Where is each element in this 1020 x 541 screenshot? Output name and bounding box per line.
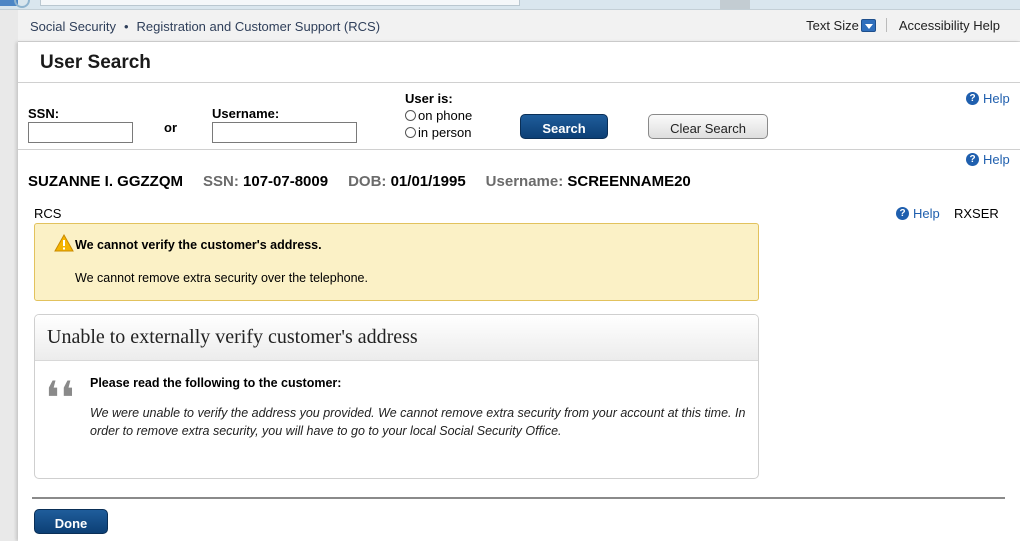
- app-header: Social Security • Registration and Custome…: [18, 10, 1020, 42]
- header-divider: [885, 18, 887, 32]
- username-label: Username:: [212, 106, 280, 121]
- question-circle-icon: ?: [896, 207, 909, 220]
- ssn-value: 107-07-8009: [243, 173, 329, 190]
- text-size-label: Text Size: [806, 18, 859, 33]
- search-help-link[interactable]: ? Help: [966, 91, 1010, 106]
- question-circle-icon: ?: [966, 153, 979, 166]
- ssn-input[interactable]: [28, 122, 133, 143]
- customer-help-link[interactable]: ? Help: [966, 152, 1010, 167]
- username-input[interactable]: [212, 122, 357, 143]
- warning-triangle-icon: [54, 234, 74, 252]
- customer-summary: SUZANNE I. GGZZQM SSN: 107-07-8009 DOB: 01…: [28, 173, 691, 190]
- radio-in-person-label: in person: [418, 125, 472, 140]
- help-label: Help: [983, 152, 1010, 167]
- text-size-dropdown-icon[interactable]: [860, 19, 876, 32]
- clear-search-button[interactable]: Clear Search: [648, 114, 768, 139]
- breadcrumb-separator: •: [123, 19, 129, 34]
- breadcrumb-rcs[interactable]: Registration and Customer Support (RCS): [137, 19, 381, 34]
- radio-button[interactable]: [405, 110, 416, 121]
- radio-button[interactable]: [405, 127, 416, 138]
- radio-in-person[interactable]: in person: [405, 125, 471, 140]
- page-title: User Search: [40, 52, 151, 73]
- accessibility-help-link[interactable]: Accessibility Help: [899, 18, 1000, 33]
- section-label: RCS: [34, 206, 62, 221]
- warning-body: We cannot remove extra security over the…: [75, 271, 368, 285]
- help-label: Help: [983, 91, 1010, 106]
- browser-icon: [14, 0, 30, 8]
- main-content: User Search SSN: or Username: User is: o…: [18, 42, 1020, 541]
- screen-code: RXSER: [954, 206, 999, 221]
- footer-divider: [32, 497, 1005, 499]
- browser-toolbar-fragment: [720, 0, 750, 9]
- customer-name: SUZANNE I. GGZZQM: [28, 173, 183, 190]
- help-label: Help: [913, 206, 940, 221]
- search-button[interactable]: Search: [520, 114, 608, 139]
- radio-on-phone-label: on phone: [418, 108, 473, 123]
- browser-chrome-strip: [0, 0, 1020, 10]
- ssn-key: SSN:: [203, 173, 239, 190]
- browser-address-bar: [40, 0, 520, 6]
- question-circle-icon: ?: [966, 92, 979, 105]
- card-title: Unable to externally verify customer's a…: [35, 315, 758, 361]
- title-divider: [18, 82, 1020, 83]
- header-tools: Text Size Accessibility Help: [806, 18, 1000, 33]
- section-help-link[interactable]: ? Help: [896, 206, 940, 221]
- quote-body: We were unable to verify the address you…: [90, 406, 746, 438]
- breadcrumb: Social Security • Registration and Custome…: [30, 19, 380, 34]
- dob-key: DOB:: [348, 173, 387, 190]
- or-label: or: [164, 120, 177, 135]
- radio-on-phone[interactable]: on phone: [405, 108, 472, 123]
- ssn-label: SSN:: [28, 106, 60, 121]
- warning-title: We cannot verify the customer's address.: [75, 238, 322, 252]
- quote-title: Please read the following to the custome…: [90, 376, 342, 390]
- username-value: SCREENNAME20: [567, 173, 691, 190]
- search-divider: [18, 149, 1020, 150]
- done-button[interactable]: Done: [34, 509, 108, 534]
- username-key: Username:: [485, 173, 564, 190]
- script-card: Unable to externally verify customer's a…: [34, 314, 759, 479]
- user-is-label: User is:: [405, 91, 453, 106]
- warning-alert: We cannot verify the customer's address.…: [34, 223, 759, 301]
- quote-icon: ❛❛: [45, 371, 75, 425]
- breadcrumb-social-security[interactable]: Social Security: [30, 19, 116, 34]
- dob-value: 01/01/1995: [390, 173, 466, 190]
